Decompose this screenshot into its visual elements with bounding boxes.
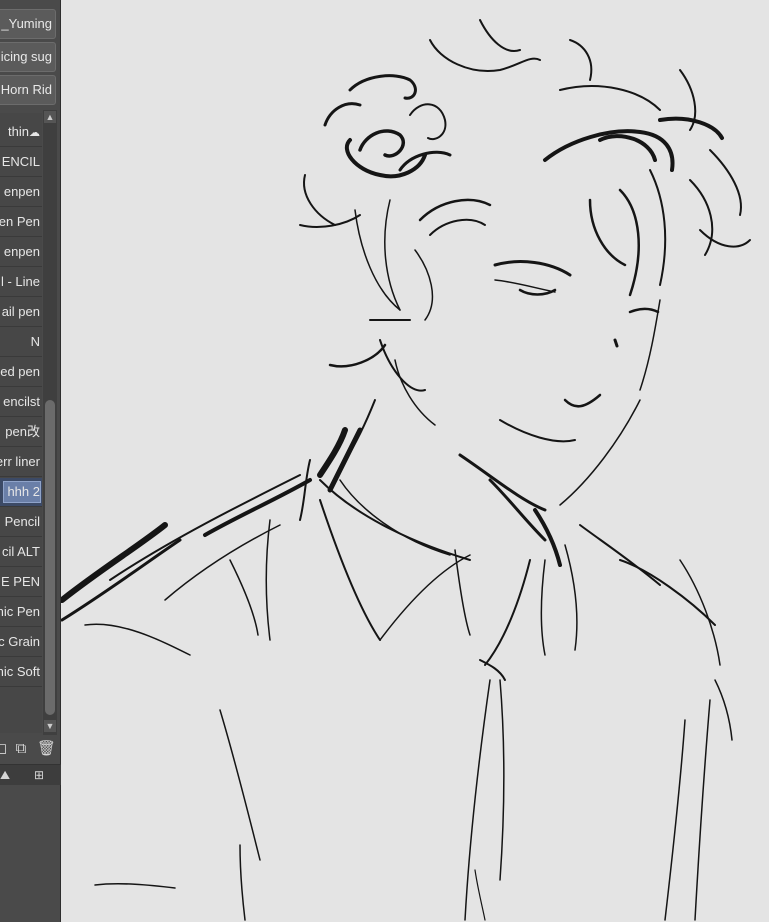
- sub-tool-tab[interactable]: Horn Rid: [0, 75, 56, 105]
- sketch-drawing: [61, 19, 751, 921]
- scroll-down-icon[interactable]: ▼: [44, 720, 56, 732]
- brush-item[interactable]: Pencil: [0, 508, 42, 537]
- brush-list: ☁thin ENCIL enpen en Pen enpen l - Line ail pe…: [0, 113, 42, 733]
- duplicate-icon[interactable]: ⧉: [12, 740, 30, 758]
- brush-item[interactable]: hhh 2: [0, 478, 42, 507]
- mountain-icon[interactable]: ⛰: [0, 766, 14, 784]
- brush-label: ail pen: [1, 304, 40, 319]
- brush-item[interactable]: E PEN: [0, 568, 42, 597]
- drawing-canvas[interactable]: [61, 0, 769, 922]
- brush-label: l - Line: [0, 274, 40, 289]
- brush-item[interactable]: err liner: [0, 448, 42, 477]
- brush-label: E PEN: [0, 574, 40, 589]
- brush-item[interactable]: l - Line: [0, 268, 42, 297]
- scroll-up-icon[interactable]: ▲: [44, 111, 56, 123]
- brush-label: ENCIL: [1, 154, 40, 169]
- brush-label: c Grain: [0, 634, 40, 649]
- sub-tool-panel: Yuming_ icing sug Horn Rid ☁thin ENCIL enpen…: [0, 0, 61, 922]
- brush-item[interactable]: enpen: [0, 238, 42, 267]
- brush-label: enpen: [3, 244, 40, 259]
- brush-label: ed pen: [0, 364, 40, 379]
- brush-item[interactable]: encilst: [0, 388, 42, 417]
- sub-tool-tab[interactable]: Yuming_: [0, 9, 56, 39]
- brush-label: enpen: [3, 184, 40, 199]
- layer-tool-row: ◻ ⧉ 🗑: [0, 738, 61, 762]
- cloud-icon: ☁: [29, 127, 40, 139]
- brush-list-scrollbar[interactable]: ▲ ▼: [43, 110, 57, 735]
- brush-label: err liner: [0, 454, 40, 469]
- brush-label: nic Soft: [0, 664, 40, 679]
- brush-item[interactable]: N: [0, 328, 42, 357]
- brush-label: Pencil: [4, 514, 40, 529]
- brush-item[interactable]: ail pen: [0, 298, 42, 327]
- brush-item[interactable]: nic Pen: [0, 598, 42, 627]
- scrollbar-thumb[interactable]: [45, 400, 55, 715]
- brush-label: cil ALT: [1, 544, 40, 559]
- brush-item[interactable]: c Grain: [0, 628, 42, 657]
- brush-label: en Pen: [0, 214, 40, 229]
- brush-item[interactable]: enpen: [0, 178, 42, 207]
- sub-tool-tab[interactable]: icing sug: [0, 42, 56, 72]
- brush-item[interactable]: en Pen: [0, 208, 42, 237]
- brush-label: pen改: [5, 424, 40, 439]
- new-layer-icon[interactable]: ◻: [0, 740, 10, 758]
- brush-item[interactable]: pen改: [0, 418, 42, 447]
- brush-label: nic Pen: [0, 604, 40, 619]
- brush-item[interactable]: ed pen: [0, 358, 42, 387]
- trash-icon[interactable]: 🗑: [37, 740, 56, 758]
- brush-label: thin: [8, 124, 29, 139]
- brush-item[interactable]: ENCIL: [0, 148, 42, 177]
- brush-item[interactable]: ☁thin: [0, 118, 42, 147]
- bottom-tool-strip: ⛰ ⊞: [0, 764, 61, 785]
- nodes-icon[interactable]: ⊞: [30, 766, 48, 784]
- brush-label: encilst: [3, 394, 40, 409]
- brush-item[interactable]: nic Soft: [0, 658, 42, 687]
- brush-item[interactable]: cil ALT: [0, 538, 42, 567]
- brush-label: hhh 2: [7, 484, 40, 499]
- brush-label: N: [30, 334, 40, 349]
